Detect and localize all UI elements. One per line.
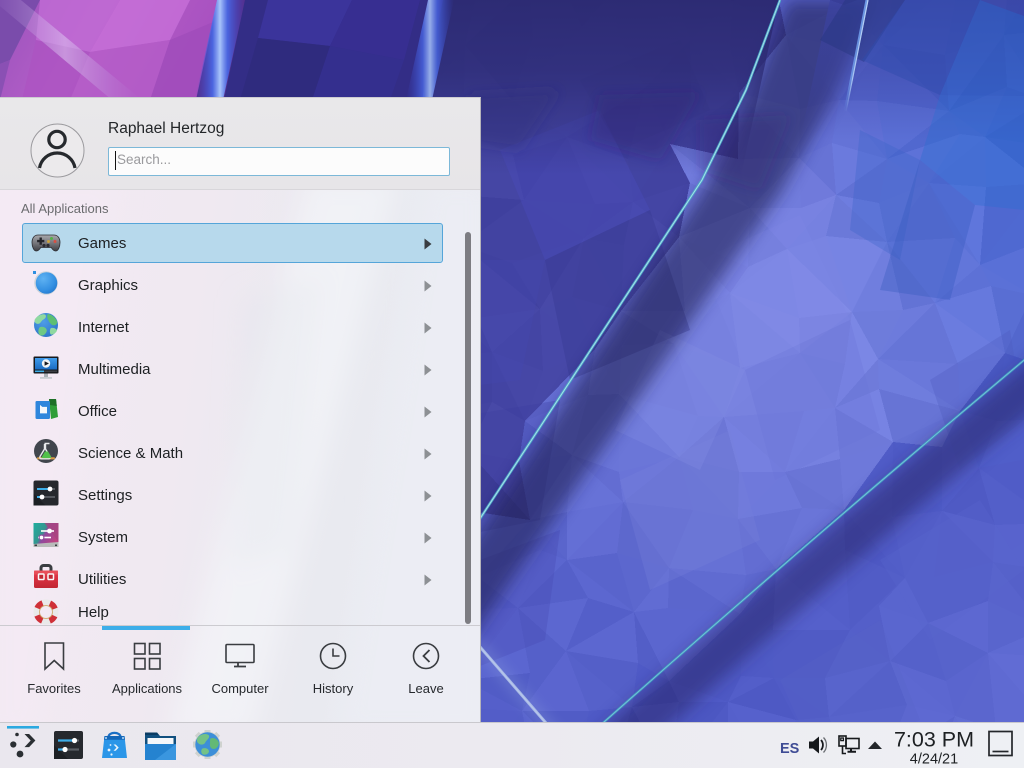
svg-text:Leave: Leave [408, 681, 443, 696]
svg-text:Computer: Computer [211, 681, 269, 696]
svg-text:4/24/21: 4/24/21 [910, 752, 958, 768]
svg-text:History: History [313, 681, 354, 696]
svg-text:Favorites: Favorites [27, 681, 81, 696]
svg-text:ES: ES [780, 741, 800, 757]
svg-text:7:03 PM: 7:03 PM [894, 728, 974, 752]
svg-text:Applications: Applications [112, 681, 183, 696]
